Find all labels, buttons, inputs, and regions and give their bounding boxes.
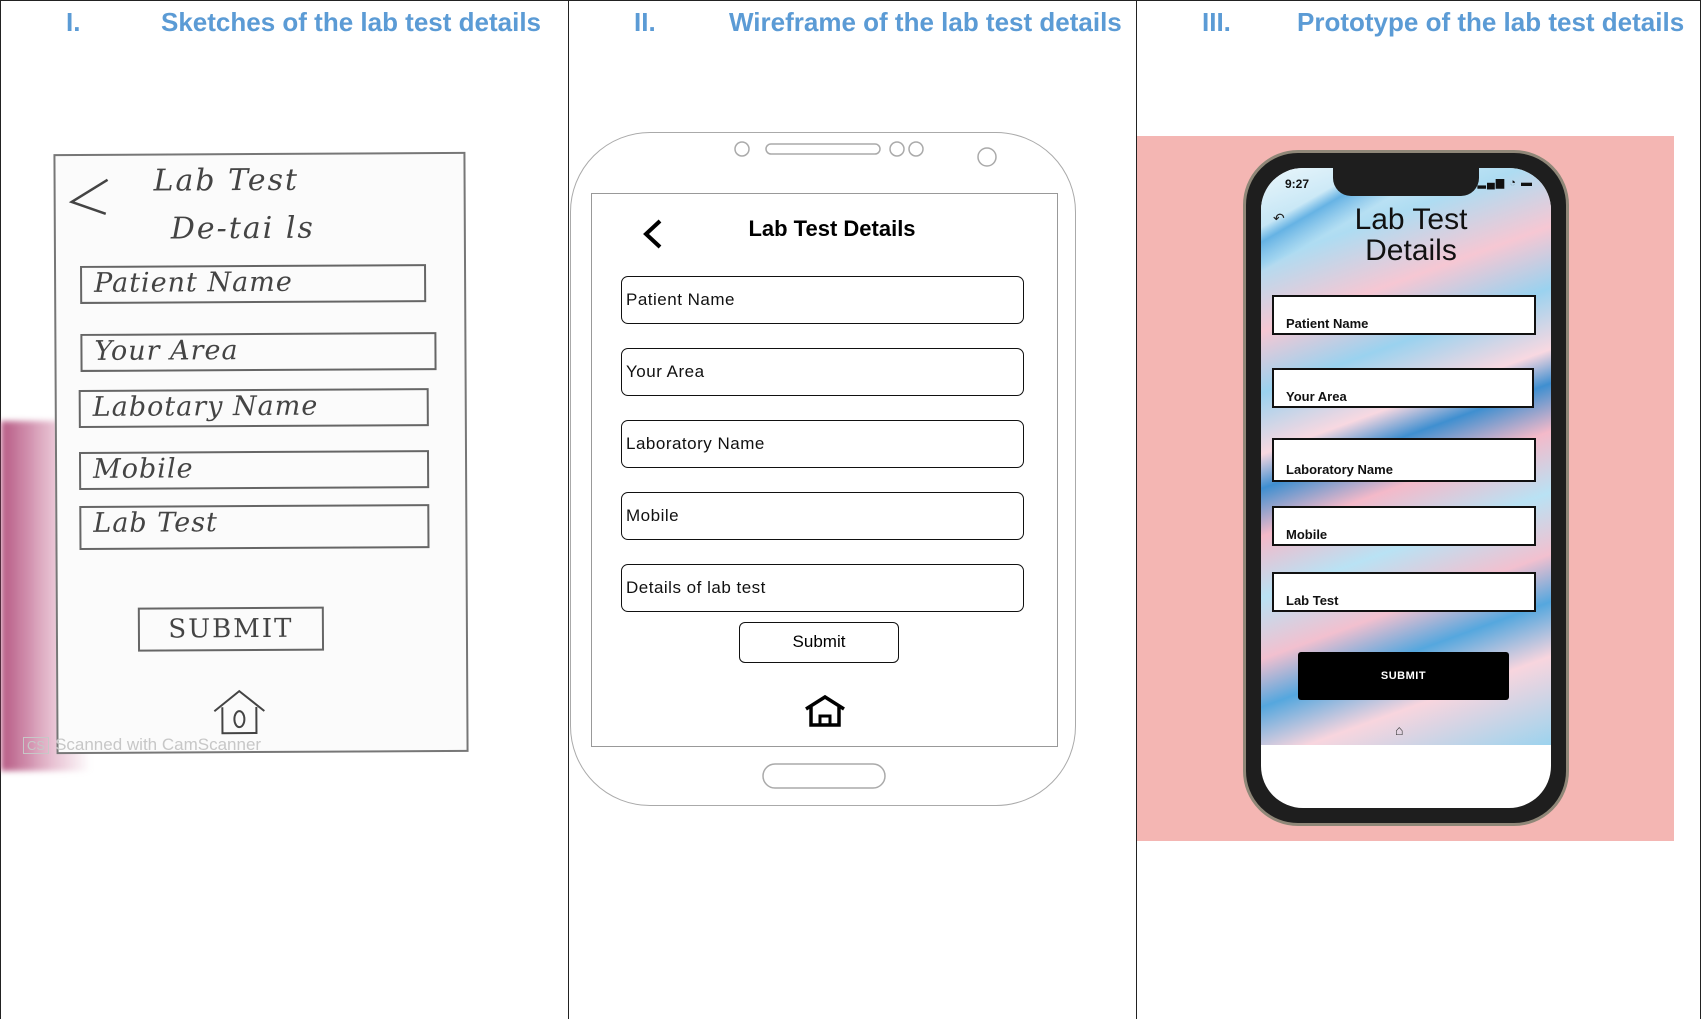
laboratory-name-field[interactable]: Laboratory Name — [1272, 438, 1536, 482]
phone-camera-icon — [977, 147, 997, 167]
patient-name-field[interactable]: Patient Name — [1272, 295, 1536, 335]
sketch-field: Labotary Name — [78, 388, 429, 428]
column-heading: Sketches of the lab test details — [161, 7, 542, 37]
mobile-field[interactable]: Mobile — [621, 492, 1024, 540]
prototype-title: Lab Test Details — [1354, 203, 1468, 267]
sketch-field: Your Area — [80, 332, 437, 372]
area-field[interactable]: Your Area — [621, 348, 1024, 396]
submit-button[interactable]: SUBMIT — [1298, 652, 1509, 700]
prototype-screen: 9:27 ▂▄▆ ◔ ▬ ↶ Lab Test Details Patient … — [1261, 168, 1551, 808]
column-header: II. Wireframe of the lab test details — [569, 7, 1136, 77]
sketch-field: Lab Test — [79, 504, 430, 550]
signal-wifi-battery-icon: ▂▄▆ ◔ ▬ — [1477, 177, 1533, 189]
patient-name-field[interactable]: Patient Name — [621, 276, 1024, 324]
mobile-field[interactable]: Mobile — [1272, 506, 1536, 546]
prototype-backdrop: 9:27 ▂▄▆ ◔ ▬ ↶ Lab Test Details Patient … — [1137, 136, 1674, 841]
home-button-icon — [762, 763, 886, 789]
paper-sketch: Lab Test De-tai ls Patient Name Your Are… — [1, 141, 491, 771]
column-heading: Prototype of the lab test details — [1297, 7, 1685, 37]
sketch-submit-button: SUBMIT — [137, 606, 325, 652]
laboratory-name-field[interactable]: Laboratory Name — [621, 420, 1024, 468]
column-wireframe: II. Wireframe of the lab test details La… — [568, 0, 1136, 1019]
iphone-frame: 9:27 ▂▄▆ ◔ ▬ ↶ Lab Test Details Patient … — [1243, 150, 1569, 826]
column-numeral: I. — [66, 7, 81, 37]
status-time: 9:27 — [1285, 177, 1310, 191]
column-numeral: III. — [1202, 7, 1231, 37]
column-heading: Wireframe of the lab test details — [729, 7, 1122, 37]
back-chevron-icon[interactable] — [638, 216, 668, 252]
column-header: I. Sketches of the lab test details — [1, 7, 568, 77]
sketch-paper: Lab Test De-tai ls Patient Name Your Are… — [53, 151, 469, 755]
lab-test-details-field[interactable]: Details of lab test — [621, 564, 1024, 612]
sketch-field: Patient Name — [80, 264, 427, 304]
phone-speaker-icon — [734, 141, 924, 157]
lab-test-field[interactable]: Lab Test — [1272, 572, 1536, 612]
sketch-title-line2: De-tai ls — [170, 210, 315, 247]
wireframe-phone: Lab Test Details Patient Name Your Area … — [570, 132, 1076, 806]
watermark-text: Scanned with CamScanner — [55, 735, 262, 754]
submit-button[interactable]: Submit — [739, 622, 899, 663]
sketch-field: Mobile — [78, 450, 430, 490]
wireframe-title: Lab Test Details — [748, 216, 916, 241]
home-icon — [213, 689, 265, 735]
home-icon[interactable] — [803, 694, 847, 728]
back-arrow-icon — [68, 178, 109, 215]
camscanner-watermark: CS Scanned with CamScanner — [23, 735, 261, 755]
area-field[interactable]: Your Area — [1272, 368, 1534, 408]
wireframe-screen: Lab Test Details Patient Name Your Area … — [591, 193, 1058, 747]
column-header: III. Prototype of the lab test details — [1137, 7, 1700, 77]
phone-notch — [1333, 168, 1479, 196]
back-arrow-icon[interactable]: ↶ — [1273, 210, 1285, 227]
column-sketch: I. Sketches of the lab test details Lab … — [0, 0, 568, 1019]
column-numeral: II. — [634, 7, 656, 37]
sketch-title-line1: Lab Test — [153, 162, 300, 199]
column-prototype: III. Prototype of the lab test details 9… — [1136, 0, 1701, 1019]
home-icon[interactable]: ⌂ — [1395, 722, 1403, 738]
camscanner-logo: CS — [23, 737, 50, 754]
